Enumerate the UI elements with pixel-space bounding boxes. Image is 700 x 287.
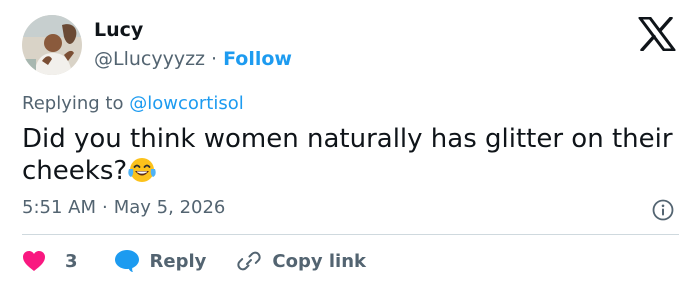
author-handle[interactable]: @Llucyyyzz [94, 48, 205, 70]
tweet-text: Did you think women naturally has glitte… [22, 123, 682, 187]
link-icon [237, 251, 262, 271]
reply-mention-link[interactable]: @lowcortisol [129, 93, 244, 114]
action-bar: 3 Reply Copy link [22, 248, 366, 274]
reply-context: Replying to @lowcortisol [22, 93, 244, 114]
author-name[interactable]: Lucy [94, 19, 143, 41]
reply-button[interactable]: Reply [114, 249, 207, 273]
reply-label: Reply [149, 250, 207, 272]
tweet-body: Did you think women naturally has glitte… [22, 124, 673, 186]
timestamp-separator: · [102, 197, 108, 218]
face-with-tears-of-joy-icon [127, 155, 157, 185]
tweet-date: May 5, 2026 [113, 197, 226, 218]
author-handle-row: @Llucyyyzz · Follow [94, 48, 292, 70]
handle-separator: · [211, 48, 218, 70]
tweet-timestamp[interactable]: 5:51 AM · May 5, 2026 [22, 197, 225, 218]
divider [22, 234, 679, 235]
like-count: 3 [65, 250, 78, 272]
copy-link-label: Copy link [272, 250, 366, 272]
chat-bubble-icon [114, 250, 139, 272]
copy-link-button[interactable]: Copy link [236, 249, 366, 273]
reply-prefix: Replying to [22, 93, 124, 114]
info-icon[interactable] [652, 199, 674, 221]
tweet-time: 5:51 AM [22, 197, 96, 218]
avatar-image [22, 15, 82, 75]
follow-button[interactable]: Follow [223, 48, 292, 70]
heart-icon [23, 251, 45, 271]
x-logo-icon[interactable] [638, 16, 676, 52]
like-button[interactable]: 3 [22, 250, 78, 272]
tweet-card: Lucy @Llucyyyzz · Follow Replying to @lowc… [0, 0, 700, 287]
avatar[interactable] [22, 15, 82, 75]
